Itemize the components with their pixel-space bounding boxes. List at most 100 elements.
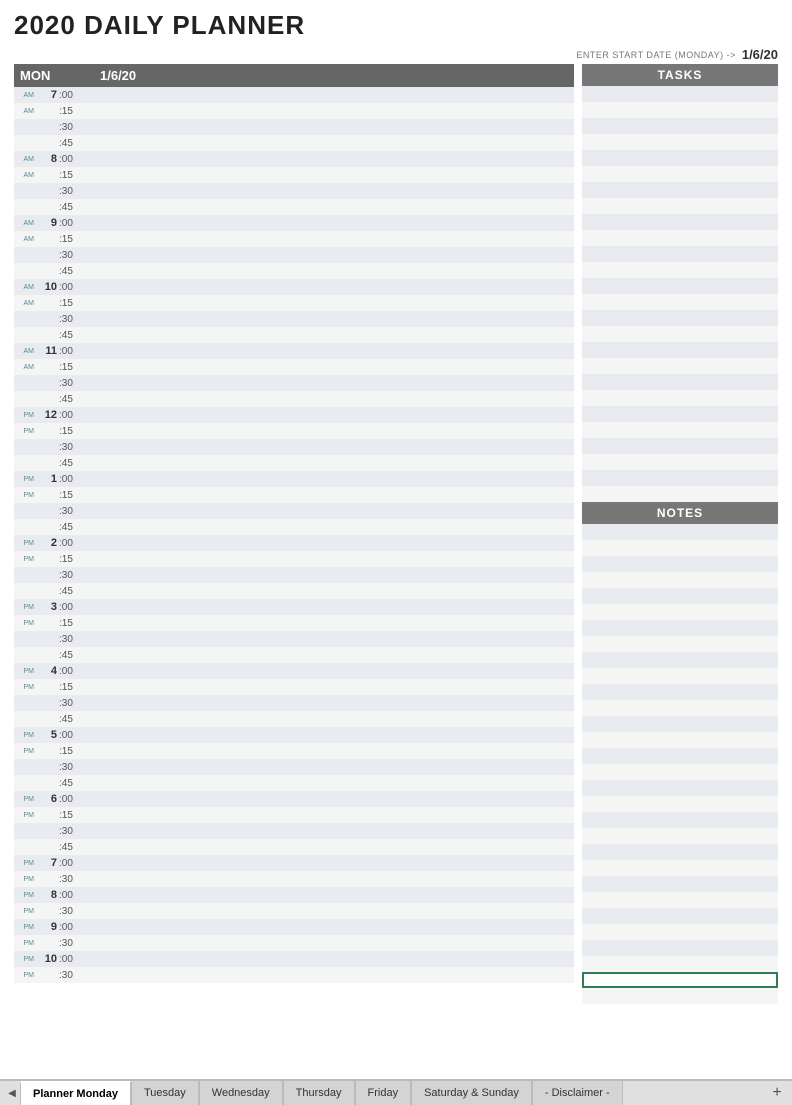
task-row[interactable] bbox=[582, 454, 778, 470]
event-cell[interactable] bbox=[80, 583, 574, 599]
time-row[interactable]: PM2:00 bbox=[14, 535, 574, 551]
event-cell[interactable] bbox=[80, 759, 574, 775]
time-row[interactable]: PM10:00 bbox=[14, 951, 574, 967]
time-row[interactable]: PM:15 bbox=[14, 743, 574, 759]
event-cell[interactable] bbox=[80, 87, 574, 103]
time-row[interactable]: AM8:00 bbox=[14, 151, 574, 167]
tab-thursday[interactable]: Thursday bbox=[283, 1081, 355, 1105]
time-row[interactable]: AM11:00 bbox=[14, 343, 574, 359]
note-row[interactable] bbox=[582, 716, 778, 732]
time-row[interactable]: :30 bbox=[14, 311, 574, 327]
event-cell[interactable] bbox=[80, 679, 574, 695]
event-cell[interactable] bbox=[80, 743, 574, 759]
task-row[interactable] bbox=[582, 310, 778, 326]
time-row[interactable]: PM1:00 bbox=[14, 471, 574, 487]
event-cell[interactable] bbox=[80, 247, 574, 263]
note-row[interactable] bbox=[582, 956, 778, 972]
note-row[interactable] bbox=[582, 620, 778, 636]
event-cell[interactable] bbox=[80, 327, 574, 343]
task-row[interactable] bbox=[582, 390, 778, 406]
event-cell[interactable] bbox=[80, 711, 574, 727]
task-row[interactable] bbox=[582, 246, 778, 262]
time-row[interactable]: :30 bbox=[14, 567, 574, 583]
time-row[interactable]: PM:30 bbox=[14, 903, 574, 919]
time-row[interactable]: :30 bbox=[14, 375, 574, 391]
task-row[interactable] bbox=[582, 422, 778, 438]
time-row[interactable]: PM:30 bbox=[14, 935, 574, 951]
time-row[interactable]: PM7:00 bbox=[14, 855, 574, 871]
time-row[interactable]: :30 bbox=[14, 119, 574, 135]
event-cell[interactable] bbox=[80, 199, 574, 215]
event-cell[interactable] bbox=[80, 135, 574, 151]
time-row[interactable]: :30 bbox=[14, 247, 574, 263]
note-row[interactable] bbox=[582, 844, 778, 860]
note-row[interactable] bbox=[582, 636, 778, 652]
tab-nav-left[interactable]: ◀ bbox=[4, 1085, 20, 1101]
event-cell[interactable] bbox=[80, 951, 574, 967]
time-row[interactable]: PM8:00 bbox=[14, 887, 574, 903]
event-cell[interactable] bbox=[80, 343, 574, 359]
note-row[interactable] bbox=[582, 796, 778, 812]
task-row[interactable] bbox=[582, 358, 778, 374]
event-cell[interactable] bbox=[80, 599, 574, 615]
time-row[interactable]: PM6:00 bbox=[14, 791, 574, 807]
event-cell[interactable] bbox=[80, 391, 574, 407]
note-row[interactable] bbox=[582, 812, 778, 828]
note-row[interactable] bbox=[582, 828, 778, 844]
event-cell[interactable] bbox=[80, 439, 574, 455]
task-row[interactable] bbox=[582, 262, 778, 278]
time-row[interactable]: AM:15 bbox=[14, 295, 574, 311]
task-row[interactable] bbox=[582, 134, 778, 150]
note-row[interactable] bbox=[582, 556, 778, 572]
event-cell[interactable] bbox=[80, 423, 574, 439]
tab-friday[interactable]: Friday bbox=[355, 1081, 412, 1105]
time-row[interactable]: PM:15 bbox=[14, 551, 574, 567]
tab-tuesday[interactable]: Tuesday bbox=[131, 1081, 199, 1105]
note-row[interactable] bbox=[582, 684, 778, 700]
event-cell[interactable] bbox=[80, 647, 574, 663]
note-row[interactable] bbox=[582, 860, 778, 876]
time-row[interactable]: :30 bbox=[14, 631, 574, 647]
time-row[interactable]: :45 bbox=[14, 647, 574, 663]
note-row[interactable] bbox=[582, 908, 778, 924]
time-row[interactable]: PM:30 bbox=[14, 967, 574, 983]
time-row[interactable]: :45 bbox=[14, 263, 574, 279]
event-cell[interactable] bbox=[80, 103, 574, 119]
tab---disclaimer--[interactable]: - Disclaimer - bbox=[532, 1081, 623, 1105]
note-row[interactable] bbox=[582, 652, 778, 668]
note-row[interactable] bbox=[582, 668, 778, 684]
time-row[interactable]: :30 bbox=[14, 439, 574, 455]
event-cell[interactable] bbox=[80, 183, 574, 199]
time-row[interactable]: PM5:00 bbox=[14, 727, 574, 743]
time-row[interactable]: AM9:00 bbox=[14, 215, 574, 231]
note-row[interactable] bbox=[582, 924, 778, 940]
start-date-value[interactable]: 1/6/20 bbox=[742, 47, 778, 62]
task-row[interactable] bbox=[582, 198, 778, 214]
time-row[interactable]: :30 bbox=[14, 183, 574, 199]
event-cell[interactable] bbox=[80, 615, 574, 631]
note-row[interactable] bbox=[582, 700, 778, 716]
time-row[interactable]: :45 bbox=[14, 135, 574, 151]
time-row[interactable]: :30 bbox=[14, 823, 574, 839]
time-row[interactable]: AM10:00 bbox=[14, 279, 574, 295]
event-cell[interactable] bbox=[80, 119, 574, 135]
event-cell[interactable] bbox=[80, 871, 574, 887]
note-row[interactable] bbox=[582, 604, 778, 620]
event-cell[interactable] bbox=[80, 535, 574, 551]
event-cell[interactable] bbox=[80, 727, 574, 743]
time-row[interactable]: :45 bbox=[14, 583, 574, 599]
event-cell[interactable] bbox=[80, 551, 574, 567]
time-row[interactable]: :45 bbox=[14, 327, 574, 343]
time-row[interactable]: :45 bbox=[14, 775, 574, 791]
time-row[interactable]: :45 bbox=[14, 199, 574, 215]
time-row[interactable]: PM:15 bbox=[14, 807, 574, 823]
note-row[interactable] bbox=[582, 588, 778, 604]
time-row[interactable]: :45 bbox=[14, 455, 574, 471]
note-row[interactable] bbox=[582, 876, 778, 892]
task-row[interactable] bbox=[582, 182, 778, 198]
time-row[interactable]: :30 bbox=[14, 695, 574, 711]
note-row[interactable] bbox=[582, 940, 778, 956]
event-cell[interactable] bbox=[80, 407, 574, 423]
time-row[interactable]: PM:15 bbox=[14, 679, 574, 695]
event-cell[interactable] bbox=[80, 215, 574, 231]
